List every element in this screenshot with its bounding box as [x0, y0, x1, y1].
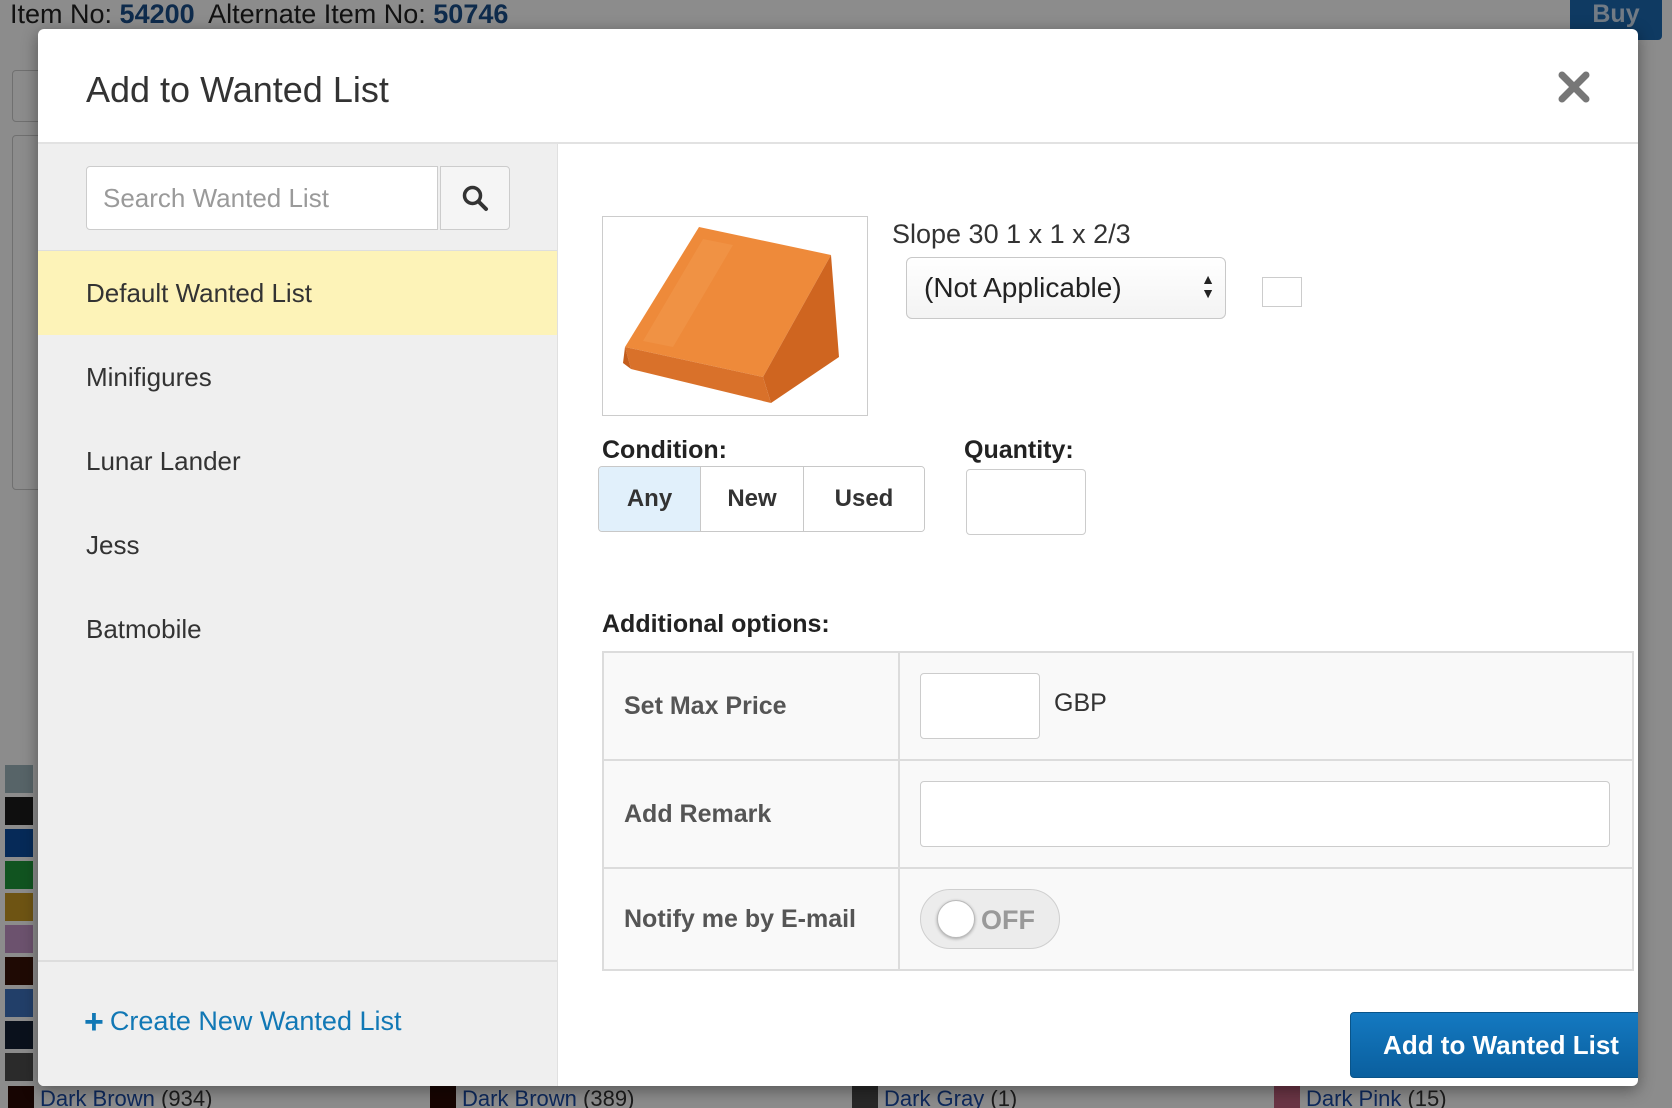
color-select-value: (Not Applicable) [924, 272, 1122, 303]
max-price-label: Set Max Price [604, 653, 900, 759]
quantity-input[interactable] [966, 469, 1086, 535]
search-icon [462, 185, 488, 211]
sidebar-footer: + Create New Wanted List [38, 960, 557, 1086]
max-price-cell: GBP [900, 653, 1632, 759]
search-button[interactable] [440, 166, 510, 230]
condition-any-button[interactable]: Any [599, 467, 701, 531]
remark-row: Add Remark [604, 761, 1632, 869]
wanted-list-menu: Default Wanted List Minifigures Lunar La… [38, 250, 557, 671]
lego-slope-image [623, 227, 839, 403]
create-new-wanted-list-label: Create New Wanted List [109, 1006, 402, 1036]
additional-options-label: Additional options: [602, 610, 830, 638]
max-price-input[interactable] [920, 673, 1040, 739]
condition-new-button[interactable]: New [701, 467, 804, 531]
additional-options-table: Set Max Price GBP Add Remark Notify me b… [602, 651, 1634, 971]
close-icon [1558, 71, 1590, 103]
notify-cell: OFF [900, 869, 1632, 969]
notify-row: Notify me by E-mail OFF [604, 869, 1632, 969]
list-item-default-wanted-list[interactable]: Default Wanted List [38, 251, 557, 335]
item-thumbnail [602, 216, 868, 416]
remark-cell [900, 761, 1632, 867]
search-input[interactable] [86, 166, 438, 230]
item-options-panel: Slope 30 1 x 1 x 2/3 (Not Applicable) ▲ ▼… [558, 144, 1638, 1086]
list-item-minifigures[interactable]: Minifigures [38, 335, 557, 419]
remark-label: Add Remark [604, 761, 900, 867]
wanted-lists-sidebar: Default Wanted List Minifigures Lunar La… [38, 144, 558, 1086]
select-arrows-icon: ▲ ▼ [1201, 271, 1215, 301]
add-to-wanted-list-button[interactable]: Add to Wanted List [1350, 1012, 1638, 1078]
modal-header: Add to Wanted List [38, 29, 1638, 144]
toggle-state: OFF [981, 905, 1035, 935]
list-item-batmobile[interactable]: Batmobile [38, 587, 557, 671]
color-swatch [1262, 277, 1302, 307]
plus-icon: + [84, 1002, 104, 1041]
wanted-list-modal: Add to Wanted List Default Wanted List M… [38, 29, 1638, 1086]
item-name: Slope 30 1 x 1 x 2/3 [892, 219, 1131, 249]
list-item-jess[interactable]: Jess [38, 503, 557, 587]
color-select[interactable]: (Not Applicable) ▲ ▼ [906, 257, 1226, 319]
condition-label: Condition: [602, 436, 727, 464]
condition-used-button[interactable]: Used [804, 467, 924, 531]
max-price-row: Set Max Price GBP [604, 653, 1632, 761]
condition-selector: Any New Used [598, 466, 925, 532]
quantity-label: Quantity: [964, 436, 1074, 464]
remark-input[interactable] [920, 781, 1610, 847]
list-item-lunar-lander[interactable]: Lunar Lander [38, 419, 557, 503]
create-new-wanted-list-link[interactable]: + Create New Wanted List [84, 1002, 402, 1041]
notify-label: Notify me by E-mail [604, 869, 900, 969]
notify-toggle[interactable]: OFF [920, 889, 1060, 949]
close-button[interactable] [1556, 69, 1592, 105]
toggle-knob [937, 900, 975, 938]
modal-title: Add to Wanted List [86, 69, 389, 110]
currency-label: GBP [1054, 689, 1107, 717]
